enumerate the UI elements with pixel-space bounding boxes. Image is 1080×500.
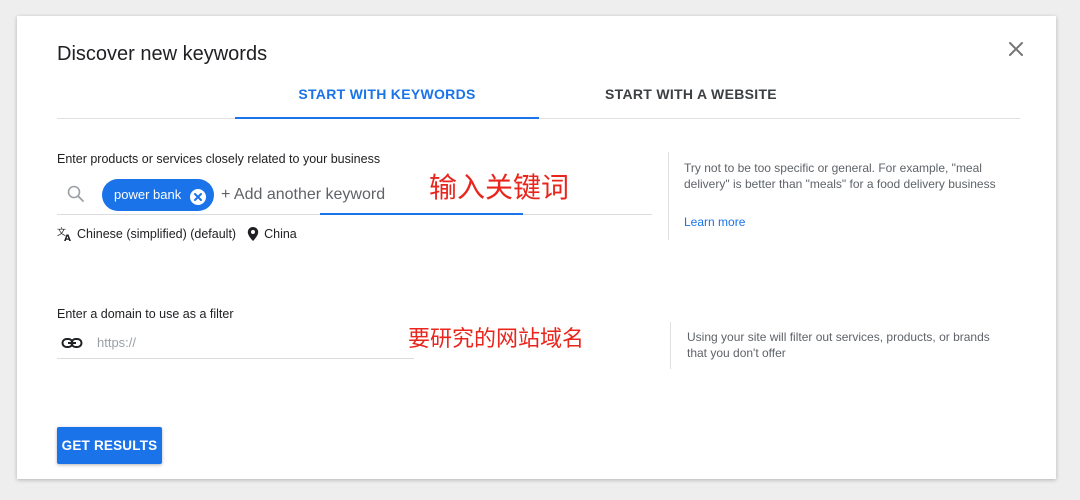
translate-icon: 文 A	[57, 226, 73, 244]
link-icon	[61, 332, 83, 354]
keywords-help-text: Try not to be too specific or general. F…	[684, 161, 996, 191]
location-pin-icon	[246, 226, 260, 242]
domain-annotation: 要研究的网站域名	[408, 327, 585, 352]
keyword-chip-label: power bank	[114, 187, 182, 202]
domain-input-row[interactable]	[57, 327, 414, 359]
language-label: Chinese (simplified) (default)	[77, 227, 237, 241]
keywords-divider	[668, 152, 669, 240]
location-label: China	[264, 227, 297, 241]
tab-start-with-keywords[interactable]: START WITH KEYWORDS	[235, 76, 539, 119]
language-selector[interactable]: 文 A Chinese (simplified) (default)	[57, 226, 237, 244]
keyword-annotation: 输入关键词	[429, 171, 570, 204]
domain-input[interactable]	[97, 331, 397, 353]
remove-chip-icon[interactable]	[189, 186, 207, 205]
discover-keywords-dialog: Discover new keywords START WITH KEYWORD…	[17, 16, 1056, 479]
dialog-title: Discover new keywords	[57, 43, 268, 65]
search-icon	[66, 184, 86, 204]
domain-divider	[670, 322, 671, 369]
tab-start-with-website[interactable]: START WITH A WEBSITE	[539, 76, 843, 118]
domain-label: Enter a domain to use as a filter	[57, 307, 234, 321]
tab-bar: START WITH KEYWORDS START WITH A WEBSITE	[57, 76, 1020, 119]
domain-help-text: Using your site will filter out services…	[687, 330, 990, 360]
keyword-input-focus-underline	[320, 213, 523, 215]
location-selector[interactable]: China	[246, 226, 297, 242]
learn-more-link[interactable]: Learn more	[684, 215, 745, 229]
targeting-row: 文 A Chinese (simplified) (default) China	[57, 225, 297, 244]
get-results-button[interactable]: GET RESULTS	[57, 427, 162, 464]
close-icon[interactable]	[1005, 38, 1027, 60]
svg-text:A: A	[64, 234, 71, 242]
keyword-chip[interactable]: power bank	[102, 179, 214, 211]
keywords-label: Enter products or services closely relat…	[57, 152, 381, 166]
